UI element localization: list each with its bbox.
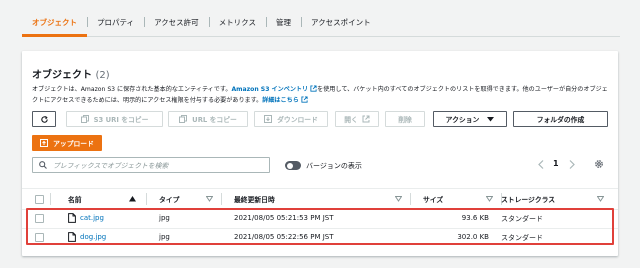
current-page[interactable]: 1 [553,159,559,168]
select-all-checkbox[interactable] [35,195,44,204]
search-placeholder: プレフィックスでオブジェクトを検索 [53,162,169,170]
settings-gear-icon[interactable] [594,159,604,169]
show-versions-toggle[interactable] [285,161,301,170]
file-icon [68,213,76,223]
column-divider [410,193,411,205]
object-last-modified: 2021/08/05 05:21:53 PM JST [234,214,334,222]
tab-management[interactable]: 管理 [265,8,301,36]
delete-label: 削除 [398,116,412,124]
next-page-icon[interactable] [569,160,575,169]
header-storage-class[interactable]: ストレージクラス [501,194,555,204]
object-name-link[interactable]: cat.jpg [80,214,104,222]
header-last-modified[interactable]: 最終更新日時 [234,194,275,204]
objects-panel: オブジェクト (2) オブジェクトは、Amazon S3 に保存された基本的なエ… [22,51,618,256]
tab-metrics[interactable]: メトリクス [208,8,266,36]
tab-permissions[interactable]: アクセス許可 [144,8,209,36]
show-versions-label: バージョンの表示 [306,162,362,170]
upload-label: アップロード [53,140,94,148]
object-type: jpg [159,214,170,222]
copy-s3-uri-label: S3 URI をコピー [93,116,149,124]
download-label: ダウンロード [277,116,318,124]
panel-description: オブジェクトは、Amazon S3 に保存された基本的なエンティティです。Ama… [32,84,610,106]
sort-icon[interactable] [486,196,493,202]
prev-page-icon[interactable] [538,160,544,169]
download-button[interactable]: ダウンロード [254,111,328,127]
table-header: 名前 タイプ 最終更新日時 サイズ ストレージクラス [22,188,618,210]
panel-title-text: オブジェクト [32,70,92,81]
inventory-link[interactable]: Amazon S3 インベントリ [231,86,308,93]
object-size: 93.6 KB [461,214,489,222]
search-input[interactable]: プレフィックスでオブジェクトを検索 [32,157,270,173]
column-divider [146,193,147,205]
copy-s3-uri-button[interactable]: S3 URI をコピー [66,111,163,127]
tab-access-points[interactable]: アクセスポイント [300,8,381,36]
row-checkbox[interactable] [35,233,44,242]
row-checkbox[interactable] [35,214,44,223]
panel-title: オブジェクト (2) [32,66,110,81]
sort-ascending-icon[interactable] [129,196,136,202]
file-icon [68,232,76,242]
sort-icon[interactable] [597,196,604,202]
search-icon [39,161,47,169]
object-type: jpg [159,233,170,241]
create-folder-label: フォルダの作成 [536,116,585,124]
delete-button[interactable]: 削除 [385,111,425,127]
copy-url-label: URL をコピー [192,116,237,124]
object-count: (2) [95,70,110,81]
header-name[interactable]: 名前 [68,194,82,204]
upload-button[interactable]: アップロード [32,135,102,151]
learn-more-link[interactable]: 詳細はこちら [262,97,299,104]
object-storage-class: スタンダード [501,215,543,223]
object-name-link[interactable]: dog.jpg [80,233,106,241]
tab-bar: オブジェクト プロパティ アクセス許可 メトリクス 管理 アクセスポイント [22,8,620,37]
external-link-icon [362,115,370,123]
table-row[interactable]: dog.jpg jpg 2021/08/05 05:22:56 PM JST 3… [22,228,618,247]
refresh-button[interactable] [32,111,56,127]
external-link-icon [301,96,308,103]
header-size[interactable]: サイズ [423,194,443,204]
sort-icon[interactable] [206,196,213,202]
copy-icon [80,115,89,123]
download-icon [264,115,273,123]
copy-icon [179,115,188,123]
upload-icon [40,139,49,147]
object-size: 302.0 KB [457,233,489,241]
copy-url-button[interactable]: URL をコピー [168,111,248,127]
header-type[interactable]: タイプ [159,194,179,204]
object-storage-class: スタンダード [501,234,543,242]
column-divider [221,193,222,205]
actions-dropdown[interactable]: アクション [433,111,507,127]
create-folder-button[interactable]: フォルダの作成 [513,111,608,127]
open-label: 開く [344,116,358,124]
refresh-icon [40,115,48,123]
caret-down-icon [487,116,495,121]
desc-text-1: オブジェクトは、Amazon S3 に保存された基本的なエンティティです。 [32,86,232,93]
open-button[interactable]: 開く [335,111,379,127]
column-divider [50,193,51,205]
tab-properties[interactable]: プロパティ [87,8,144,36]
tab-objects[interactable]: オブジェクト [22,8,87,37]
table-row[interactable]: cat.jpg jpg 2021/08/05 05:21:53 PM JST 9… [22,209,618,229]
actions-label: アクション [445,116,480,124]
sort-icon[interactable] [395,196,402,202]
object-last-modified: 2021/08/05 05:22:56 PM JST [234,233,334,241]
